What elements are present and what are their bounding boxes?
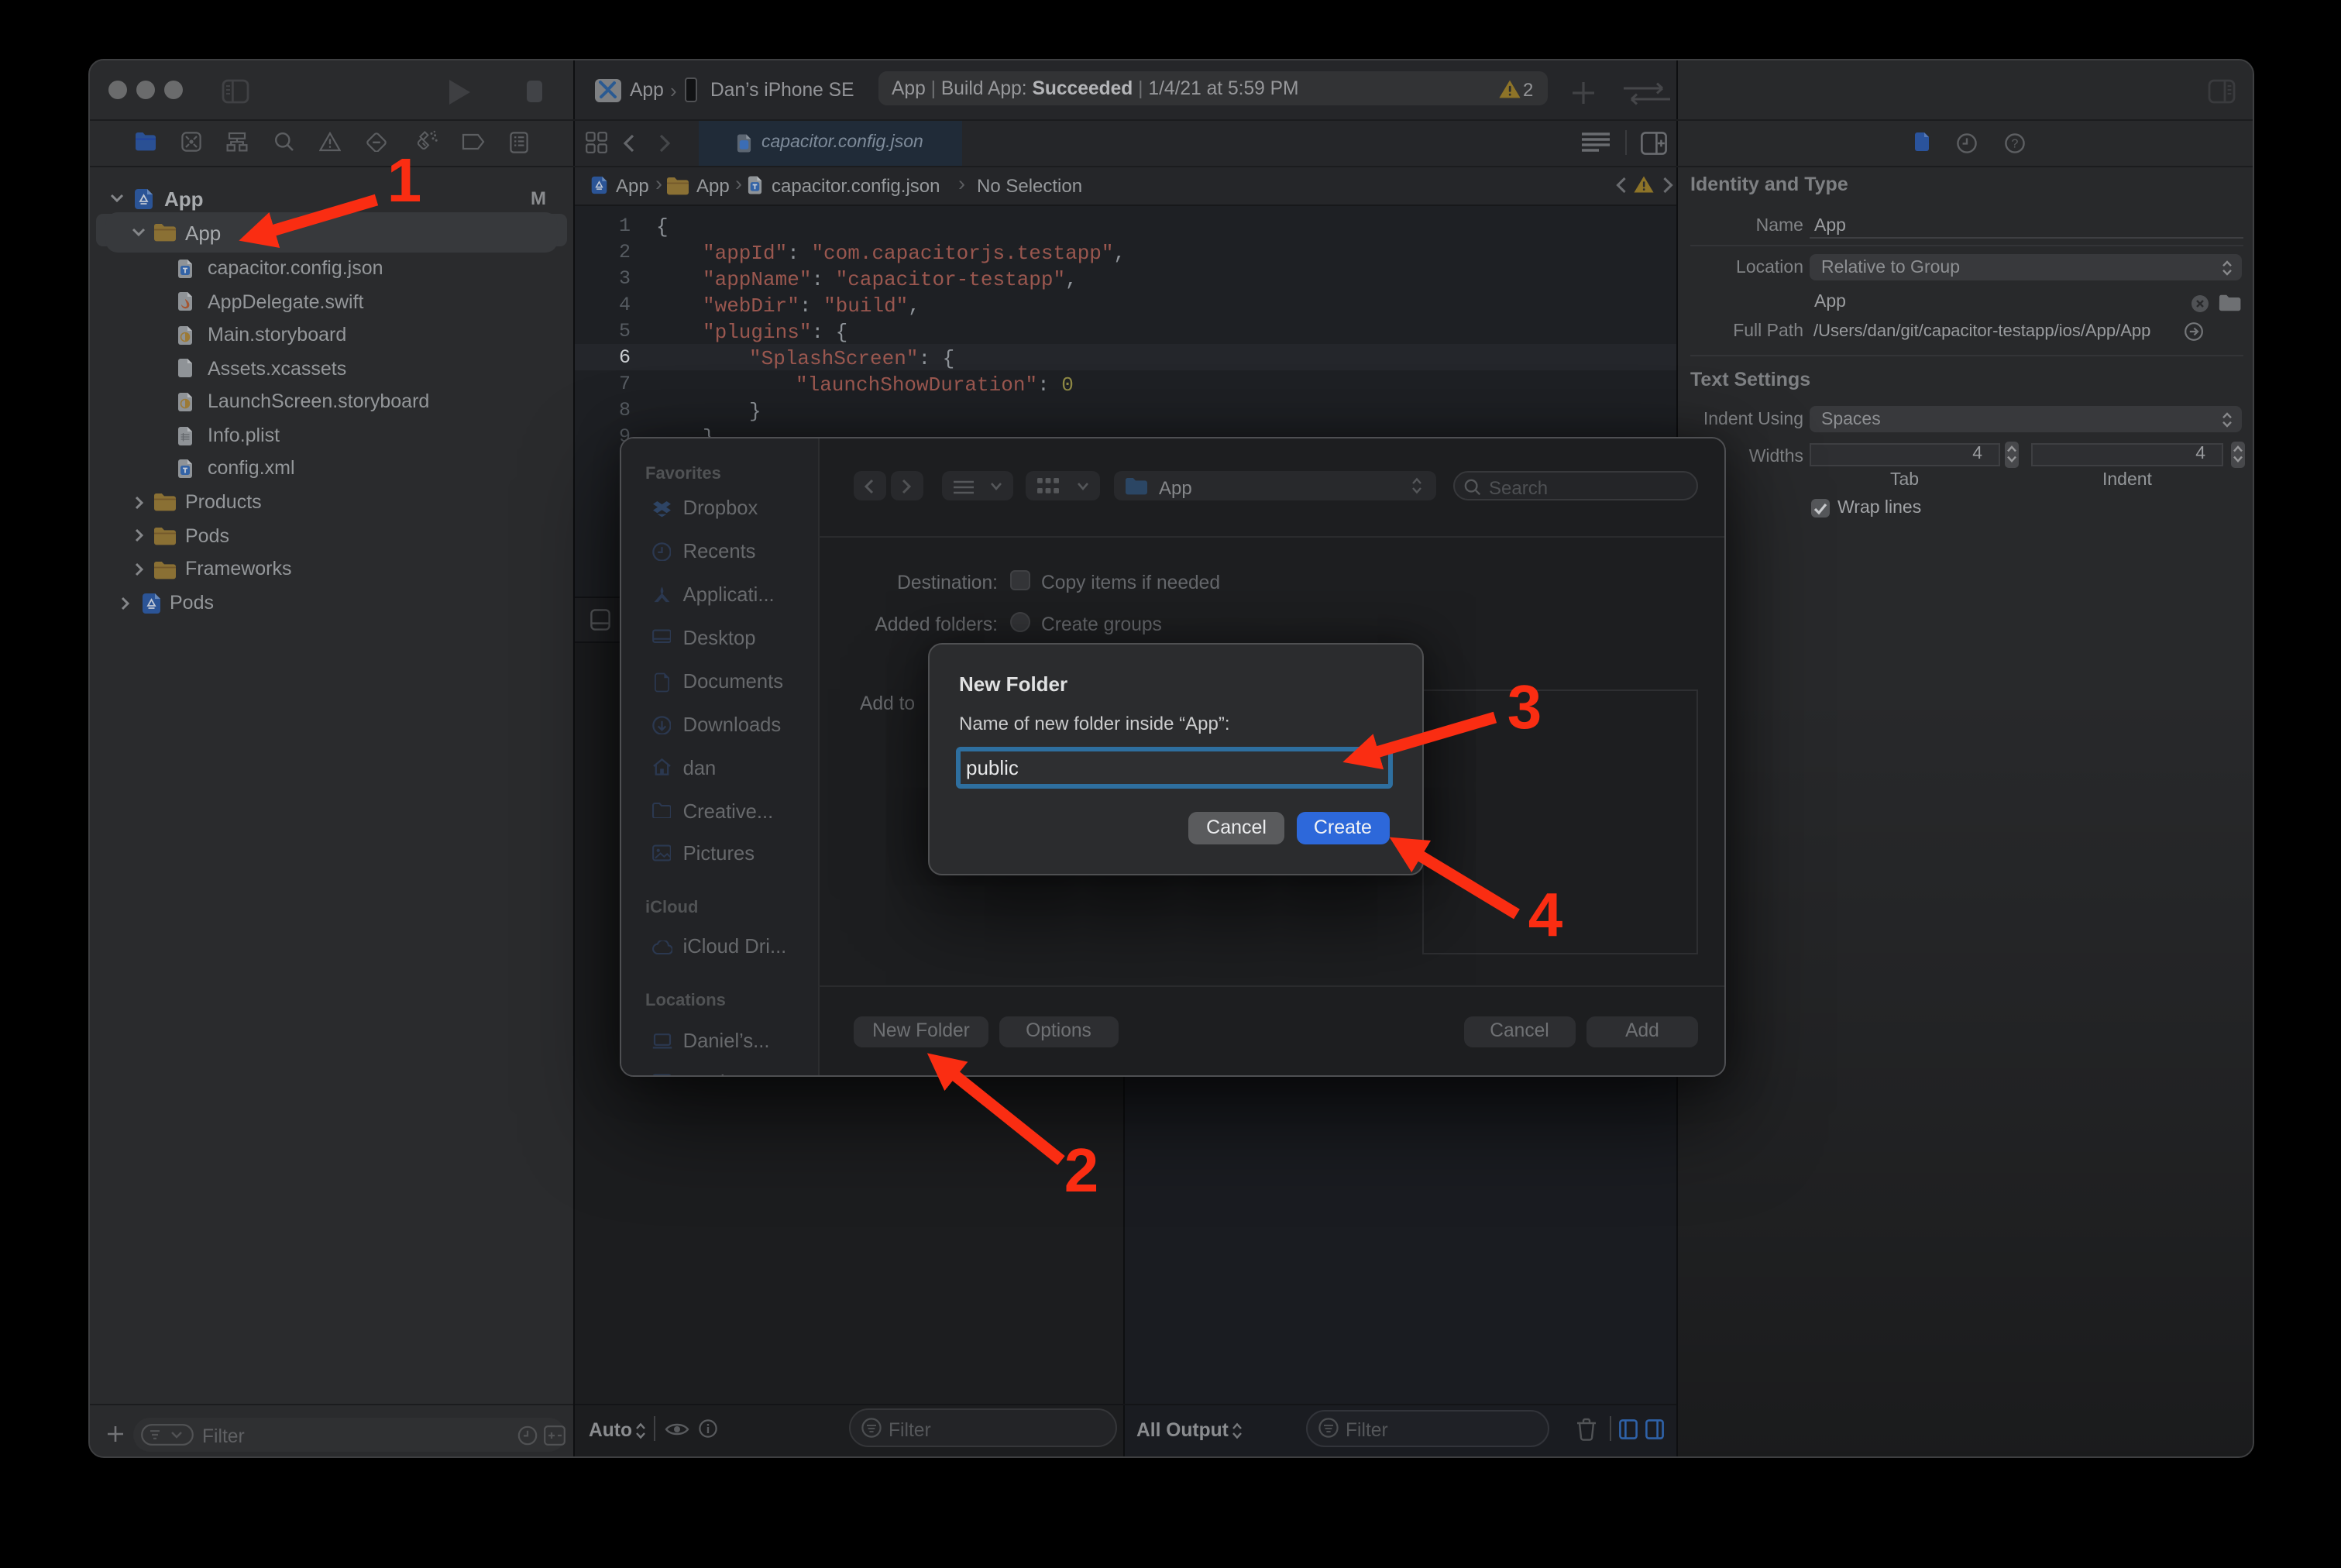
svg-text:?: ? [2011, 137, 2018, 150]
